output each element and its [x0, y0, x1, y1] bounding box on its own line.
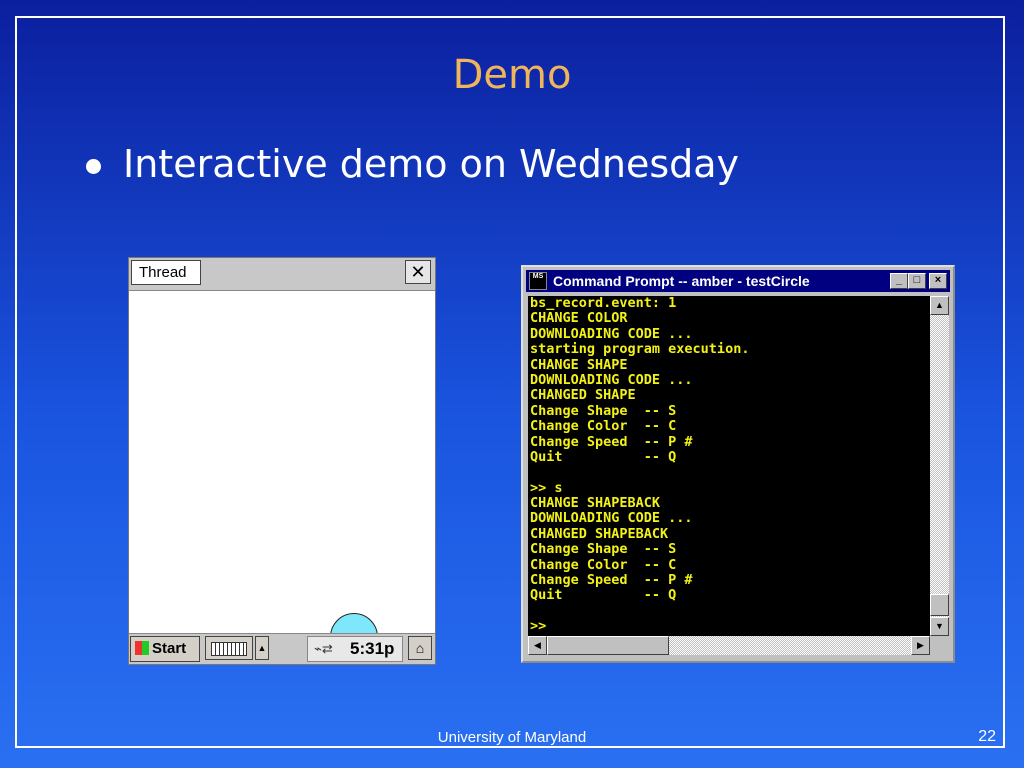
pda-titlebar: Thread ✕: [129, 258, 435, 291]
scroll-left-button[interactable]: ◀: [528, 636, 547, 655]
clock[interactable]: 5:31p: [350, 638, 394, 660]
console-line: >>: [530, 618, 547, 635]
scroll-thumb[interactable]: [930, 594, 949, 616]
ms-dos-icon[interactable]: MS: [529, 272, 547, 290]
console-line: Change Speed -- P #: [530, 433, 693, 450]
scroll-down-button[interactable]: ▼: [930, 617, 949, 636]
pda-taskbar: Start ▲ ⌁⇄ 5:31p ⌂: [129, 633, 435, 664]
resize-grip-icon[interactable]: [930, 636, 949, 655]
console-line: >> s: [530, 479, 563, 496]
console-line: Quit -- Q: [530, 448, 677, 465]
command-prompt-window: MS Command Prompt -- amber - testCircle …: [521, 265, 955, 663]
console-line: CHANGED SHAPEBACK: [530, 525, 669, 542]
network-connection-icon[interactable]: ⌁⇄: [314, 641, 346, 657]
start-button[interactable]: Start: [130, 636, 200, 662]
bullet-dot-icon: [86, 158, 101, 174]
console-line: DOWNLOADING CODE ...: [530, 510, 693, 527]
console-line: bs_record.event: 1: [530, 296, 677, 311]
input-menu-arrow-button[interactable]: ▲: [255, 636, 269, 660]
pda-close-button[interactable]: ✕: [405, 260, 431, 284]
windows-flag-icon: [135, 641, 149, 655]
close-button[interactable]: ×: [929, 273, 947, 289]
keyboard-icon: [211, 642, 247, 656]
console-line: starting program execution.: [530, 341, 750, 358]
horizontal-scroll-thumb[interactable]: [547, 636, 669, 655]
page-number: 22: [978, 728, 996, 745]
console-line: DOWNLOADING CODE ...: [530, 325, 693, 342]
console-line: CHANGED SHAPE: [530, 387, 636, 404]
console-line: DOWNLOADING CODE ...: [530, 371, 693, 388]
console-line: Change Shape -- S: [530, 402, 677, 419]
footer-text: University of Maryland: [437, 729, 587, 746]
console-line: Change Speed -- P #: [530, 572, 693, 589]
minimize-button[interactable]: _: [890, 273, 908, 289]
console-line: Quit -- Q: [530, 587, 677, 604]
pda-window-title[interactable]: Thread: [131, 260, 201, 285]
home-icon: ⌂: [415, 640, 425, 656]
pocket-pc-window: Thread ✕ Start ▲ ⌁⇄ 5:31p ⌂: [128, 257, 436, 665]
console-line: Change Shape -- S: [530, 541, 677, 558]
vertical-scrollbar[interactable]: ▲ ▼: [930, 296, 949, 636]
horizontal-scrollbar[interactable]: ◀ ▶: [528, 636, 930, 655]
cmd-window-title: Command Prompt -- amber - testCircle: [553, 273, 810, 289]
keyboard-button[interactable]: [205, 636, 253, 660]
maximize-button[interactable]: □: [908, 273, 926, 289]
start-label: Start: [152, 640, 187, 657]
scroll-up-button[interactable]: ▲: [930, 296, 949, 315]
help-button[interactable]: ⌂: [408, 636, 432, 660]
slide-title: Demo: [452, 52, 572, 98]
console-line: CHANGE SHAPEBACK: [530, 495, 661, 512]
console-line: Change Color -- C: [530, 556, 677, 573]
console-output[interactable]: bs_record.event: 1 CHANGE COLOR DOWNLOADIN…: [528, 296, 930, 636]
cmd-titlebar[interactable]: MS Command Prompt -- amber - testCircle …: [526, 270, 950, 292]
system-tray: ⌁⇄ 5:31p: [307, 636, 403, 662]
console-line: Change Color -- C: [530, 418, 677, 435]
console-line: CHANGE SHAPE: [530, 356, 628, 373]
bullet-item: Interactive demo on Wednesday: [86, 142, 739, 186]
scroll-right-button[interactable]: ▶: [911, 636, 930, 655]
pda-canvas[interactable]: [129, 291, 435, 661]
console-line: CHANGE COLOR: [530, 310, 628, 327]
bullet-text: Interactive demo on Wednesday: [123, 142, 740, 186]
